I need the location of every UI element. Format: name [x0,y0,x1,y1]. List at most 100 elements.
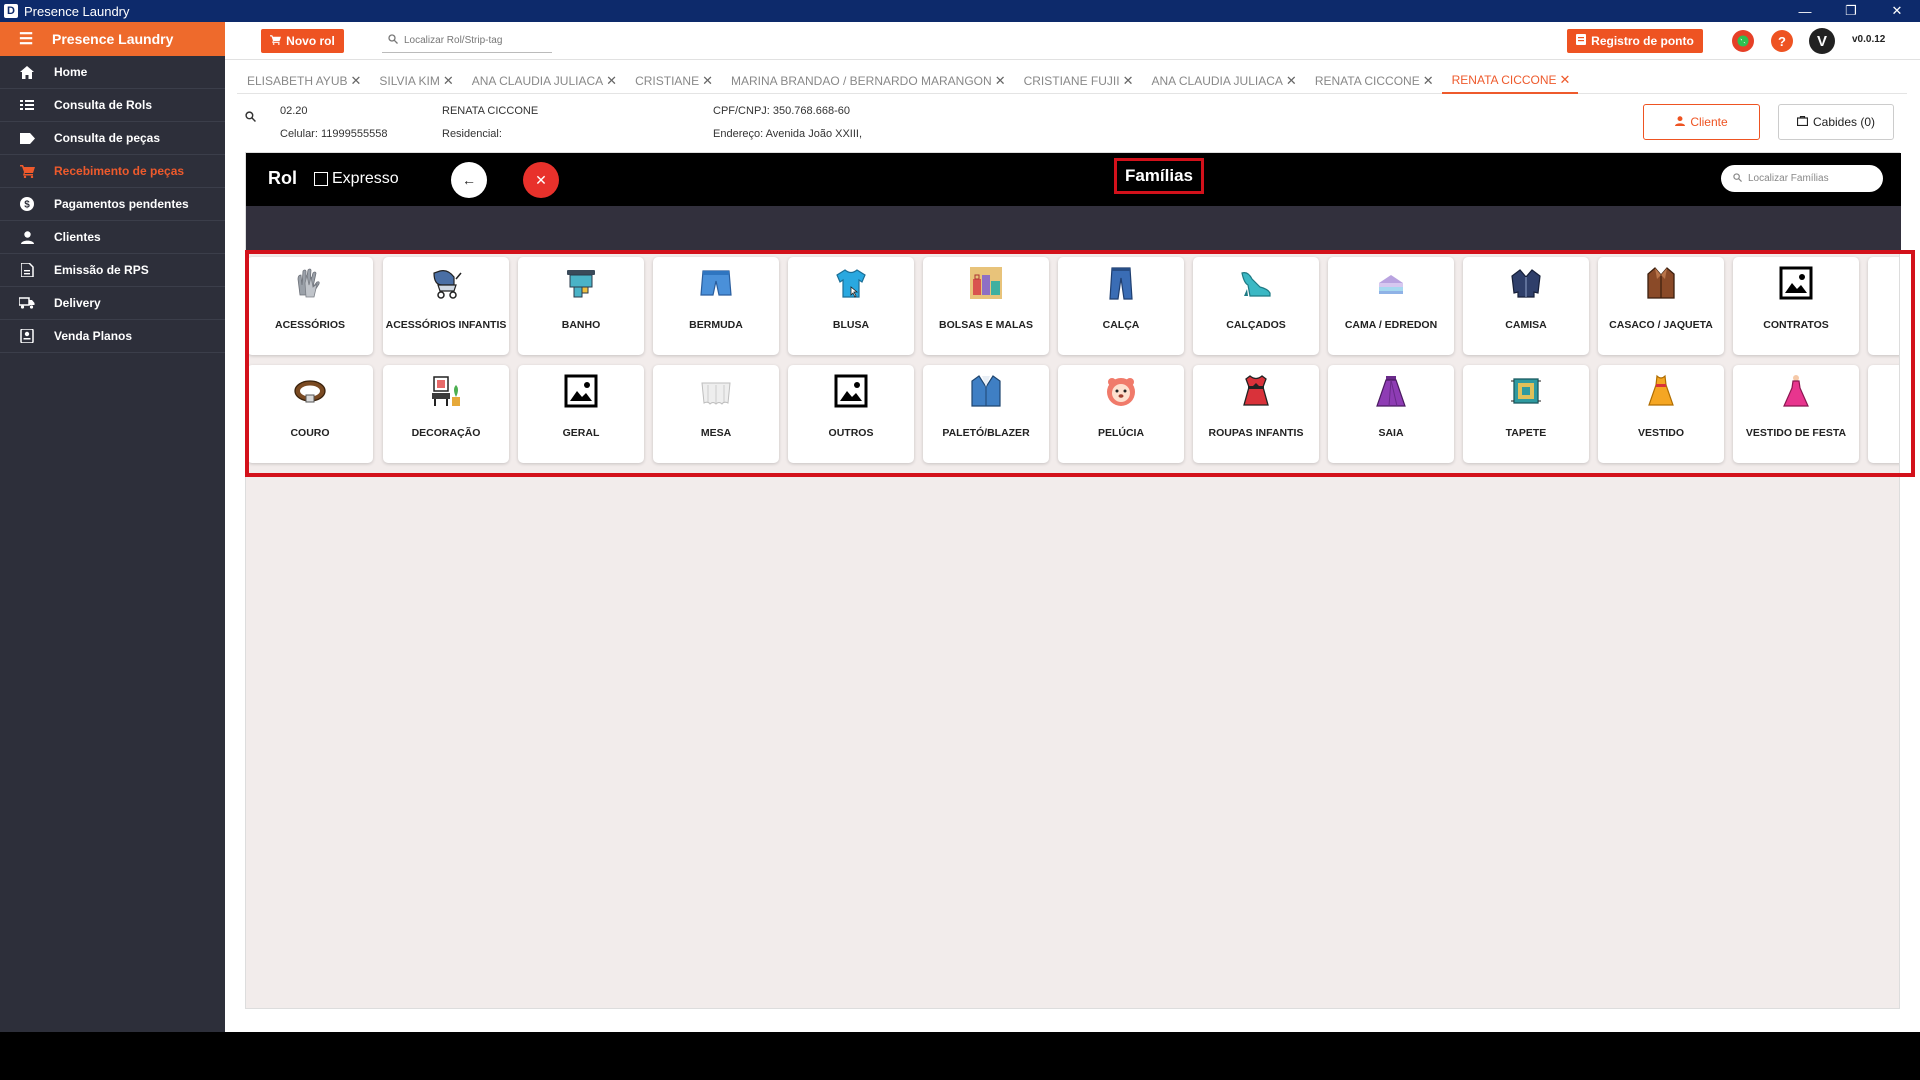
cancel-button[interactable]: ✕ [523,162,559,198]
tab-label: RENATA CICCONE [1314,74,1420,88]
client-code: 02.20 [280,105,308,117]
close-icon[interactable]: ✕ [995,73,1006,89]
arrow-left-icon: ← [462,172,476,188]
window-controls: — ❐ ✕ [1782,0,1920,22]
search-rol-input[interactable]: Localizar Rol/Strip-tag [382,29,552,53]
tab-client[interactable]: MARINA BRANDAO / BERNARDO MARANGON ✕ [721,68,1014,94]
cliente-label: Cliente [1690,115,1728,129]
avatar[interactable]: V [1809,28,1835,54]
rol-title: Rol [268,168,297,188]
sidebar-item-pagamentos[interactable]: $ Pagamentos pendentes [0,188,225,221]
top-header: Novo rol Localizar Rol/Strip-tag Registr… [225,22,1920,60]
tag-icon [0,132,54,144]
user-icon [0,230,54,244]
window-title: Presence Laundry [24,3,130,19]
search-icon [1733,172,1742,185]
brand-title: Presence Laundry [52,31,174,47]
delivery-icon [0,297,54,309]
minimize-icon[interactable]: — [1782,0,1828,22]
help-icon[interactable]: ? [1771,30,1793,52]
tab-client-active[interactable]: RENATA CICCONE ✕ [1441,68,1579,94]
tab-label: SILVIA KIM [379,74,440,88]
plans-icon [0,329,54,343]
tab-client[interactable]: ELISABETH AYUB ✕ [237,68,369,94]
expresso-label: Expresso [332,170,399,187]
tab-client[interactable]: ANA CLAUDIA JULIACA ✕ [1142,68,1305,94]
restore-icon[interactable]: ❐ [1828,0,1874,22]
sidebar-item-clientes[interactable]: Clientes [0,221,225,254]
sidebar-item-label: Venda Planos [54,329,133,343]
tab-label: ELISABETH AYUB [247,74,348,88]
tab-label: CRISTIANE [635,74,700,88]
cabides-button[interactable]: Cabides (0) [1778,104,1894,140]
tab-client[interactable]: ANA CLAUDIA JULIACA ✕ [462,68,625,94]
client-endereco: Endereço: Avenida João XXIII, [713,128,863,140]
close-icon[interactable]: ✕ [350,73,361,89]
new-rol-button[interactable]: Novo rol [261,29,344,53]
tab-label: ANA CLAUDIA JULIACA [471,74,604,88]
panel-header: Rol Expresso ← ✕ Famílias Localizar Famí… [246,153,1901,206]
expresso-checkbox[interactable]: Expresso [314,170,399,188]
cliente-button[interactable]: Cliente [1643,104,1760,140]
client-search-icon[interactable] [245,111,256,125]
client-tabs: ELISABETH AYUB ✕ SILVIA KIM ✕ ANA CLAUDIA … [237,68,1907,94]
cabides-label: Cabides (0) [1812,115,1876,129]
sidebar-item-delivery[interactable]: Delivery [0,287,225,320]
tab-client[interactable]: CRISTIANE FUJII ✕ [1014,68,1142,94]
panel-subheader [246,206,1901,252]
search-placeholder: Localizar Famílias [1748,173,1829,184]
svg-text:$: $ [24,200,30,211]
close-icon[interactable]: ✕ [1423,73,1434,89]
taskbar-area [0,1032,1920,1080]
search-familias-input[interactable]: Localizar Famílias [1721,165,1883,192]
client-cpf: CPF/CNPJ: 350.768.668-60 [713,105,850,117]
window-titlebar: D Presence Laundry — ❐ ✕ [0,0,1920,22]
tab-label: CRISTIANE FUJII [1023,74,1120,88]
tab-client[interactable]: SILVIA KIM ✕ [369,68,461,94]
cart-icon [0,164,54,178]
checkbox-icon[interactable] [314,172,328,186]
close-icon[interactable]: ✕ [702,73,713,89]
sidebar-item-rps[interactable]: Emissão de RPS [0,254,225,287]
document-icon [0,263,54,277]
tab-client[interactable]: RENATA CICCONE ✕ [1305,68,1442,94]
close-icon: ✕ [535,171,547,188]
sidebar-item-consulta-pecas[interactable]: Consulta de peças [0,122,225,155]
dollar-icon: $ [0,197,54,211]
sidebar-item-label: Pagamentos pendentes [54,197,189,211]
clock-list-icon [1576,34,1587,48]
sidebar-item-home[interactable]: Home [0,56,225,89]
close-icon[interactable]: ✕ [1560,72,1571,88]
sidebar-item-label: Consulta de peças [54,131,161,145]
back-button[interactable]: ← [451,162,487,198]
close-icon[interactable]: ✕ [1123,73,1134,89]
menu-icon[interactable]: ☰ [0,29,52,49]
sidebar-item-label: Clientes [54,230,101,244]
search-icon [388,34,398,47]
familias-title: Famílias [1114,158,1204,194]
sidebar-brand: ☰ Presence Laundry [0,22,225,56]
hanger-icon [1796,115,1809,129]
sidebar-item-recebimento[interactable]: Recebimento de peças [0,155,225,188]
app-icon: D [4,4,18,18]
close-icon[interactable]: ✕ [443,73,454,89]
close-window-icon[interactable]: ✕ [1874,0,1920,22]
tab-client[interactable]: CRISTIANE ✕ [625,68,721,94]
close-icon[interactable]: ✕ [1286,73,1297,89]
tab-label: RENATA CICCONE [1451,73,1557,87]
tab-label: MARINA BRANDAO / BERNARDO MARANGON [730,74,992,88]
registro-label: Registro de ponto [1591,34,1694,48]
tab-label: ANA CLAUDIA JULIACA [1151,74,1283,88]
client-celular: Celular: 11999555558 [280,128,388,140]
version-label: v0.0.12 [1852,34,1886,45]
search-placeholder: Localizar Rol/Strip-tag [404,35,503,46]
registro-ponto-button[interactable]: Registro de ponto [1567,29,1703,53]
sidebar-item-label: Delivery [54,296,101,310]
close-icon[interactable]: ✕ [606,73,617,89]
cart-icon [270,34,282,48]
sidebar-item-venda-planos[interactable]: Venda Planos [0,320,225,353]
sidebar-item-consulta-rols[interactable]: Consulta de Rols [0,89,225,122]
sidebar-item-label: Recebimento de peças [54,164,185,178]
sidebar-item-label: Home [54,65,88,79]
whatsapp-icon[interactable] [1732,30,1754,52]
